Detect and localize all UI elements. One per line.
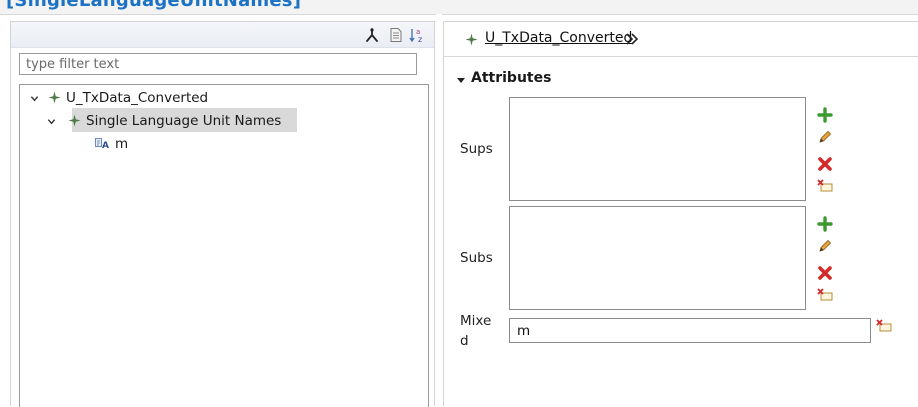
sups-label: Sups [460,141,493,157]
outline-toolbar: a z [11,22,434,48]
delete-icon[interactable] [817,265,833,281]
clear-field-icon[interactable] [817,287,833,303]
outline-pane: a z U_TxData_Converted Single Language U… [10,21,435,407]
document-icon[interactable] [388,27,404,43]
pencil-icon[interactable] [817,129,833,145]
mixed-field[interactable] [509,318,871,343]
chevron-down-icon[interactable] [47,117,56,126]
collapse-triangle-icon[interactable] [456,75,466,85]
sups-list[interactable] [509,97,806,201]
tree-label-attribute: m [115,136,129,152]
mixed-label-line2: d [460,333,469,349]
window-title-strip: [SingleLanguageUnitNames] [0,0,918,15]
clear-field-icon[interactable] [817,178,833,194]
tree-row-root[interactable]: U_TxData_Converted [20,88,420,108]
tree-row-attribute[interactable]: A m [20,134,420,154]
pane-splitter[interactable] [436,14,442,405]
svg-text:z: z [418,35,422,43]
mixed-label-line1: Mixe [460,313,492,329]
attributes-section-title[interactable]: Attributes [471,70,551,86]
chevron-down-icon[interactable] [30,94,39,103]
class-icon [48,91,61,104]
hierarchy-icon[interactable] [364,27,380,43]
add-icon[interactable] [817,107,833,123]
double-chevron-right-icon[interactable] [625,32,639,46]
attribute-icon: A [95,138,109,150]
subs-list[interactable] [509,206,806,310]
svg-text:A: A [102,141,109,150]
outline-tree: U_TxData_Converted Single Language Unit … [19,84,429,407]
tree-row-selected[interactable]: Single Language Unit Names [20,111,420,131]
tree-label-selected: Single Language Unit Names [86,113,282,129]
clear-field-icon[interactable] [876,318,892,334]
class-icon [465,33,478,46]
window-title: [SingleLanguageUnitNames] [6,0,302,11]
add-icon[interactable] [817,216,833,232]
sort-az-icon[interactable]: a z [409,27,425,43]
tree-label-root: U_TxData_Converted [66,90,209,106]
pencil-icon[interactable] [817,238,833,254]
class-icon [68,114,81,127]
filter-input[interactable] [19,53,417,75]
delete-icon[interactable] [817,156,833,172]
subs-label: Subs [460,250,493,266]
editor-header: U_TxData_Converted [444,22,918,57]
editor-pane: U_TxData_Converted Attributes Sups Subs [443,21,918,406]
editor-title-link[interactable]: U_TxData_Converted [485,30,632,46]
